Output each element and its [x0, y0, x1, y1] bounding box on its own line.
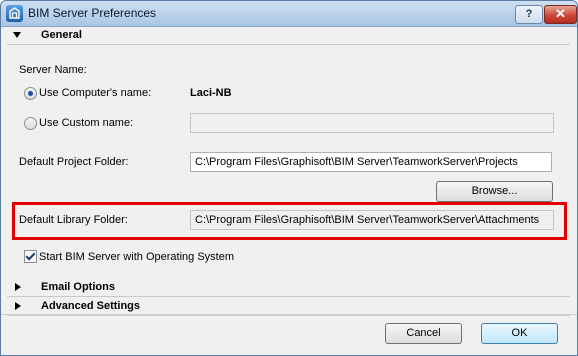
browse-button[interactable]: Browse...: [436, 181, 553, 202]
use-custom-name-radio[interactable]: [24, 117, 37, 130]
server-name-label: Server Name:: [19, 64, 87, 76]
general-section-header[interactable]: General: [7, 27, 570, 45]
default-project-folder-input[interactable]: C:\Program Files\Graphisoft\BIM Server\T…: [190, 152, 552, 172]
general-section-label: General: [41, 29, 82, 41]
bim-server-app-icon: [6, 5, 23, 22]
triangle-right-icon: [15, 283, 21, 291]
window-title: BIM Server Preferences: [28, 6, 157, 20]
use-custom-name-label[interactable]: Use Custom name:: [39, 117, 133, 129]
default-library-folder-input[interactable]: C:\Program Files\Graphisoft\BIM Server\T…: [190, 210, 554, 230]
ok-button[interactable]: OK: [481, 323, 558, 344]
use-computer-name-radio[interactable]: [24, 87, 37, 100]
default-project-folder-label: Default Project Folder:: [19, 156, 129, 168]
email-options-label: Email Options: [41, 281, 115, 293]
use-computer-name-label[interactable]: Use Computer's name:: [39, 87, 151, 99]
advanced-settings-label: Advanced Settings: [41, 300, 141, 312]
default-library-folder-label: Default Library Folder:: [19, 214, 128, 226]
triangle-down-icon: [13, 32, 21, 38]
title-bar[interactable]: BIM Server Preferences ? ✕: [1, 1, 577, 27]
email-options-section-header[interactable]: Email Options: [7, 279, 570, 297]
computer-name-value: Laci-NB: [190, 87, 232, 99]
help-button[interactable]: ?: [515, 5, 543, 24]
triangle-right-icon: [15, 302, 21, 310]
start-with-os-label[interactable]: Start BIM Server with Operating System: [39, 251, 234, 263]
preferences-dialog: BIM Server Preferences ? ✕ General Serve…: [0, 0, 578, 356]
start-with-os-checkbox[interactable]: [24, 250, 37, 263]
footer-divider: [1, 314, 577, 315]
close-button[interactable]: ✕: [544, 5, 577, 24]
custom-name-input[interactable]: [190, 113, 554, 133]
cancel-button[interactable]: Cancel: [385, 323, 462, 344]
